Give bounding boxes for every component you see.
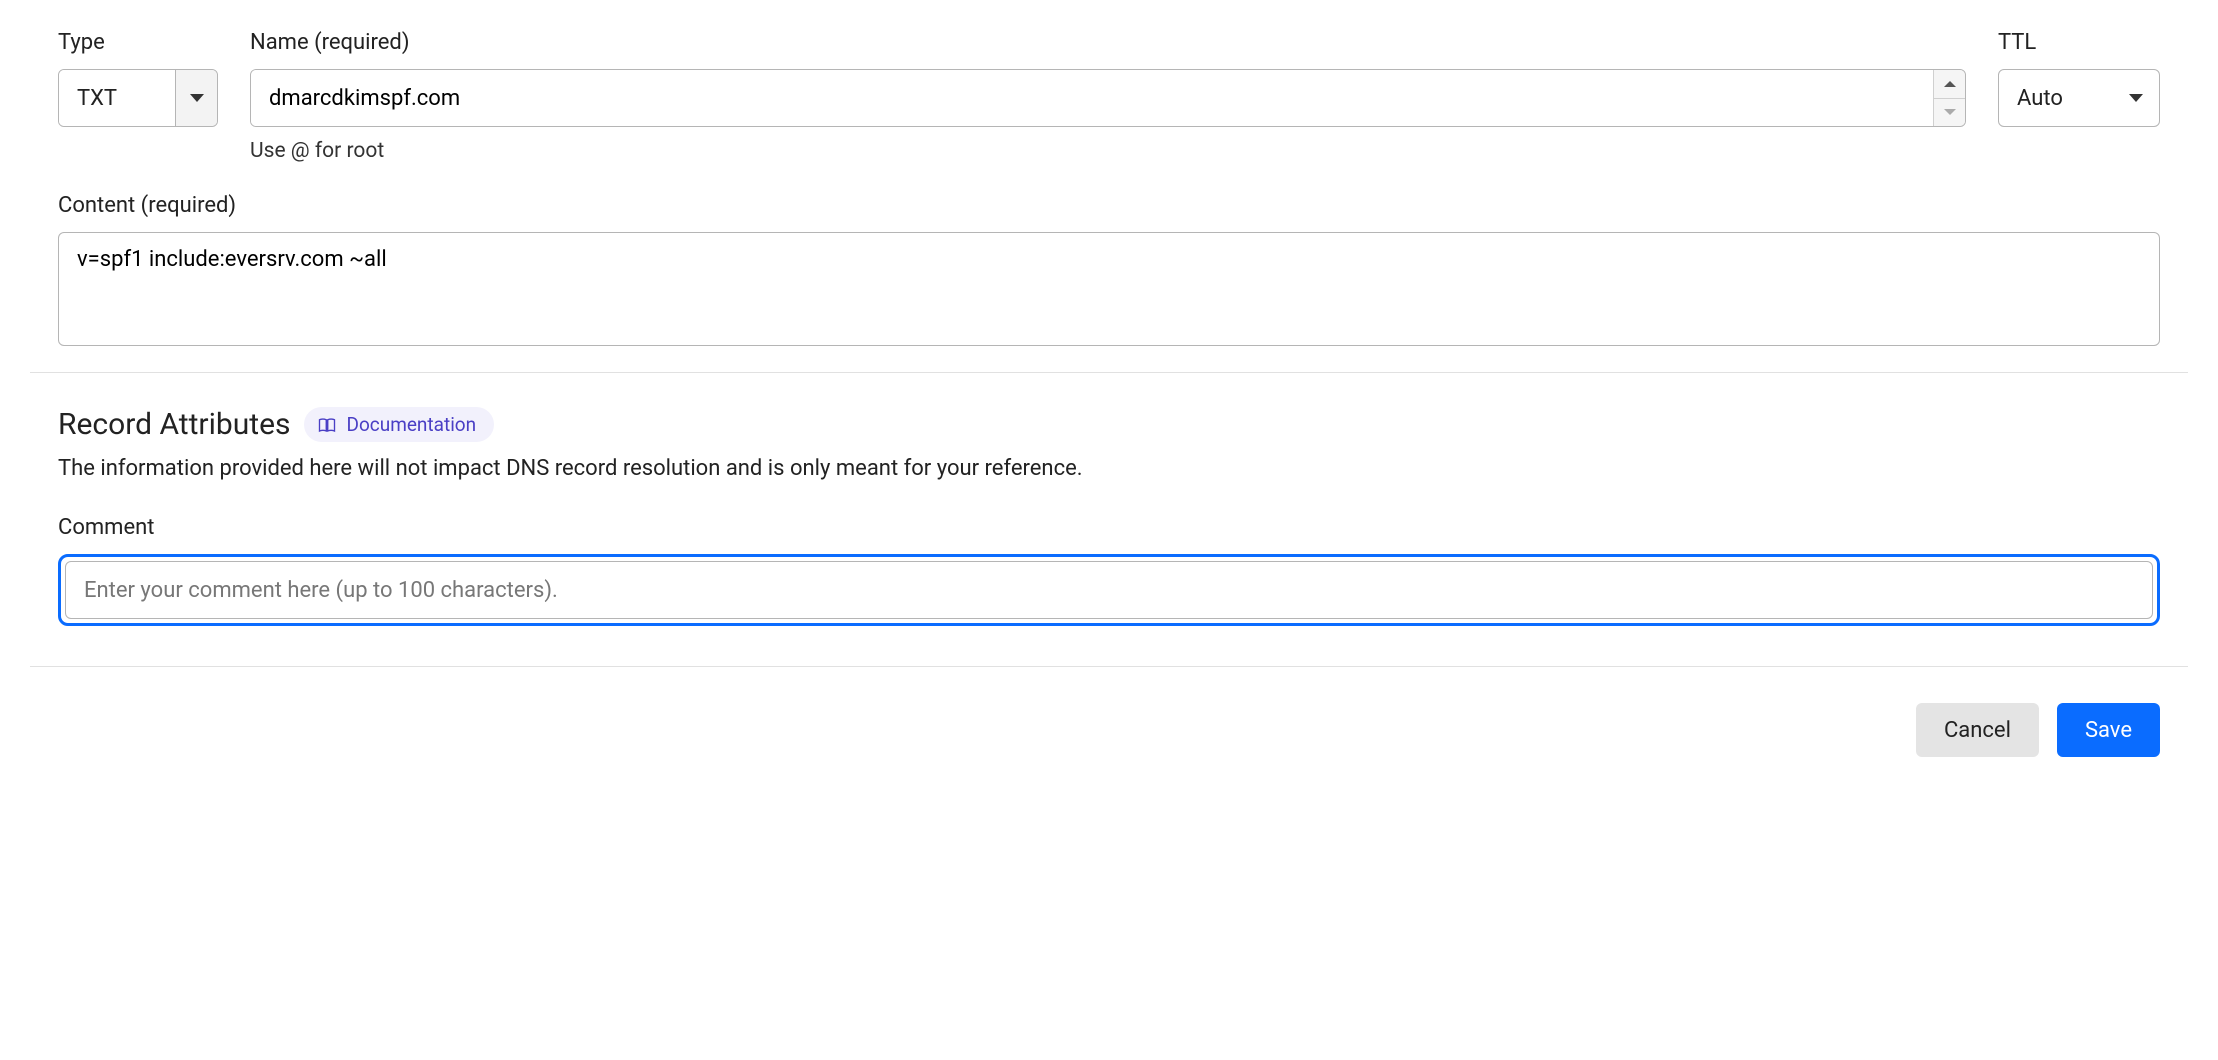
documentation-label: Documentation bbox=[346, 413, 476, 436]
name-label: Name (required) bbox=[250, 30, 1966, 55]
ttl-field-group: TTL Auto bbox=[1998, 30, 2160, 163]
content-field-group: Content (required) bbox=[58, 193, 2160, 346]
actions-row: Cancel Save bbox=[58, 703, 2160, 757]
caret-down-icon bbox=[1944, 109, 1956, 115]
stepper-down-button[interactable] bbox=[1934, 99, 1965, 127]
stepper-up-button[interactable] bbox=[1934, 70, 1965, 99]
attributes-title: Record Attributes bbox=[58, 407, 290, 442]
ttl-select-value: Auto bbox=[2017, 86, 2063, 111]
book-icon bbox=[318, 417, 336, 433]
cancel-button[interactable]: Cancel bbox=[1916, 703, 2039, 757]
type-label: Type bbox=[58, 30, 218, 55]
ttl-select[interactable]: Auto bbox=[1998, 69, 2160, 127]
name-input-wrap bbox=[250, 69, 1966, 127]
type-field-group: Type TXT bbox=[58, 30, 218, 163]
comment-field-group: Comment bbox=[58, 515, 2160, 626]
attributes-description: The information provided here will not i… bbox=[58, 456, 2160, 481]
save-button[interactable]: Save bbox=[2057, 703, 2160, 757]
chevron-down-icon bbox=[2129, 94, 2143, 102]
name-hint: Use @ for root bbox=[250, 139, 1966, 163]
divider bbox=[30, 666, 2188, 667]
caret-up-icon bbox=[1944, 81, 1956, 87]
type-select[interactable]: TXT bbox=[58, 69, 218, 127]
divider bbox=[30, 372, 2188, 373]
content-label: Content (required) bbox=[58, 193, 2160, 218]
documentation-link[interactable]: Documentation bbox=[304, 407, 494, 442]
attributes-header: Record Attributes Documentation bbox=[58, 407, 2160, 442]
name-field-group: Name (required) Use @ for root bbox=[250, 30, 1966, 163]
content-textarea[interactable] bbox=[58, 232, 2160, 346]
name-input[interactable] bbox=[251, 70, 1933, 126]
type-select-value: TXT bbox=[59, 70, 175, 126]
chevron-down-icon bbox=[175, 70, 217, 126]
comment-label: Comment bbox=[58, 515, 2160, 540]
name-stepper bbox=[1933, 70, 1965, 126]
comment-focus-ring bbox=[58, 554, 2160, 626]
comment-input[interactable] bbox=[65, 561, 2153, 619]
ttl-label: TTL bbox=[1998, 30, 2160, 55]
